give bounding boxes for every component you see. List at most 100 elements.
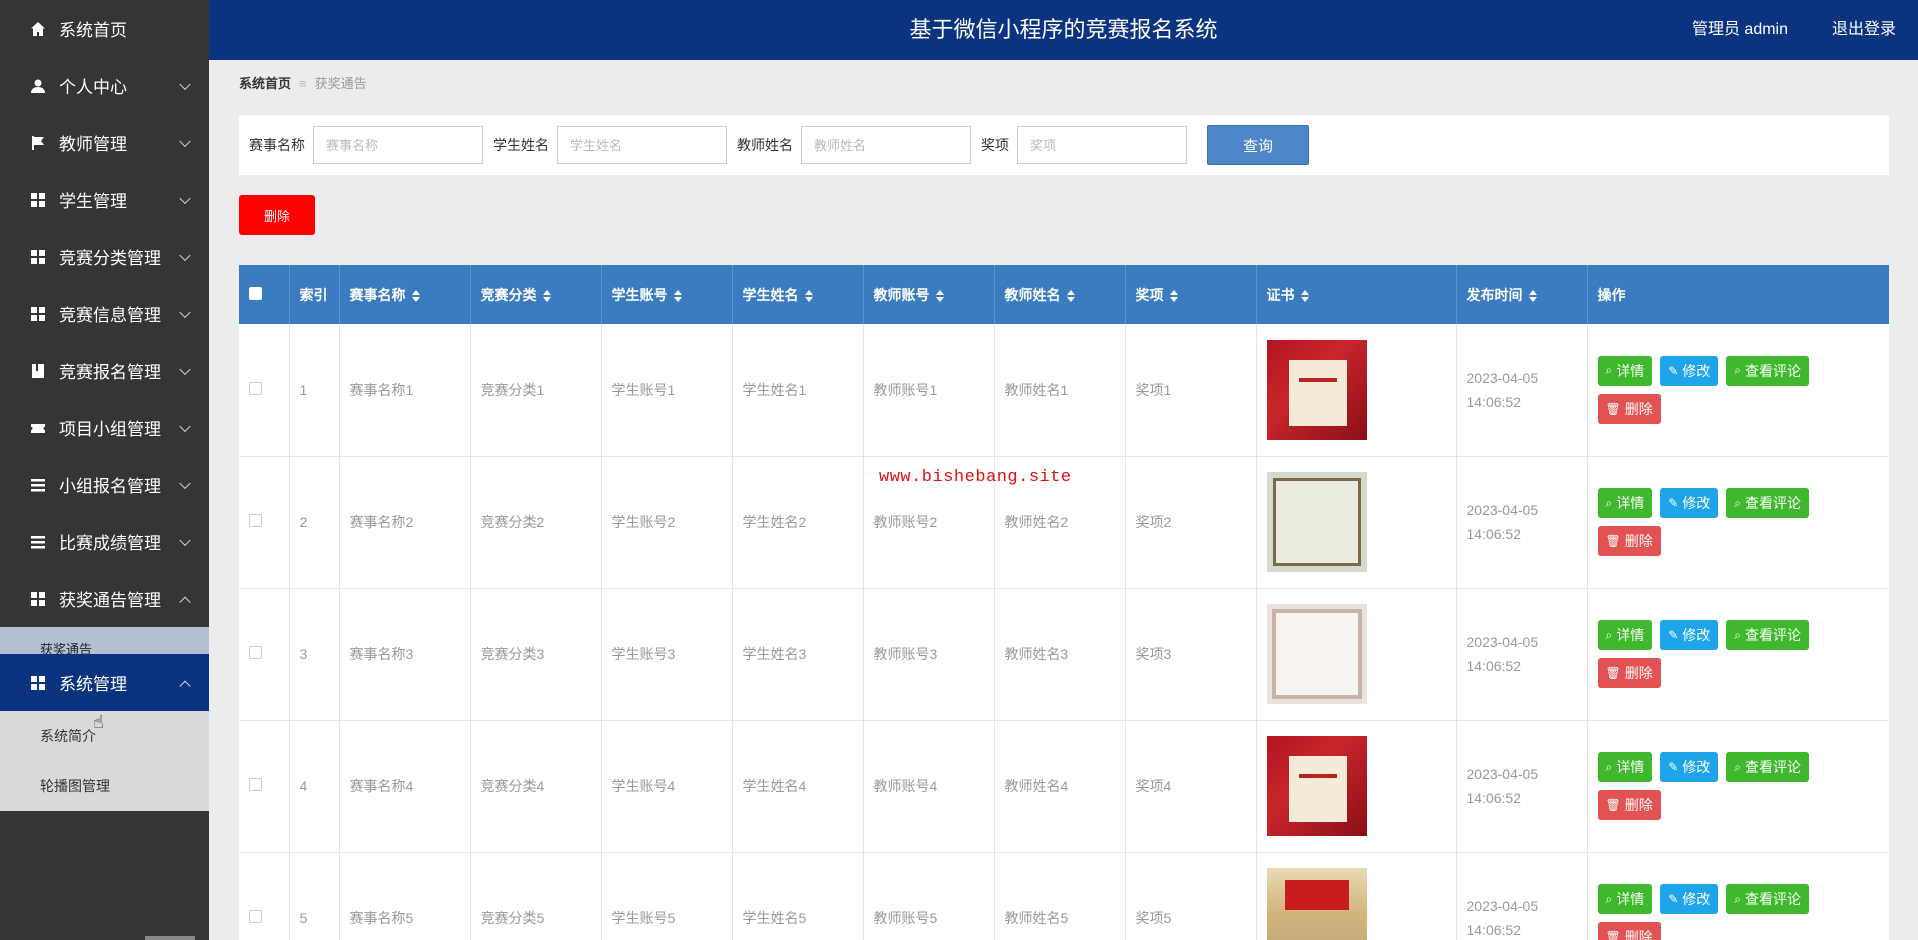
column-header-5[interactable]: 教师账号 <box>863 265 995 324</box>
edit-button[interactable]: ✎ 修改 <box>1660 488 1719 518</box>
sort-icon[interactable] <box>542 289 551 302</box>
batch-delete-button[interactable]: 删除 <box>239 195 315 235</box>
delete-label: 删除 <box>1624 797 1653 813</box>
sidebar-item-label: 个人中心 <box>59 78 127 97</box>
column-header-4[interactable]: 学生姓名 <box>732 265 864 324</box>
column-header-7[interactable]: 奖项 <box>1125 265 1257 324</box>
view-comments-label: 查看评论 <box>1745 495 1802 511</box>
pencil-icon: ✎ <box>1668 892 1679 906</box>
row-checkbox[interactable] <box>249 514 262 527</box>
sort-icon[interactable] <box>804 289 813 302</box>
submenu-item-award-notice[interactable]: 获奖通告 <box>0 627 209 654</box>
detail-button[interactable]: ⌕ 详情 <box>1597 752 1653 782</box>
sidebar-item-1[interactable]: 个人中心 <box>0 57 209 114</box>
edit-button[interactable]: ✎ 修改 <box>1660 884 1719 914</box>
edit-button[interactable]: ✎ 修改 <box>1660 620 1719 650</box>
column-header-label: 奖项 <box>1135 286 1164 303</box>
delete-button[interactable]: 🗑 删除 <box>1597 658 1661 688</box>
sidebar-item-4[interactable]: 竞赛分类管理 <box>0 228 209 285</box>
current-user: 管理员 admin <box>1691 21 1788 38</box>
column-header-label: 赛事名称 <box>349 286 406 303</box>
view-comments-button[interactable]: ⌕ 查看评论 <box>1726 355 1810 386</box>
detail-button[interactable]: ⌕ 详情 <box>1597 884 1653 914</box>
row-checkbox[interactable] <box>249 910 262 923</box>
sidebar-item-label: 项目小组管理 <box>59 420 161 439</box>
sidebar-item-7[interactable]: 项目小组管理 <box>0 399 209 456</box>
search-panel: 赛事名称 学生姓名 教师姓名 奖项 查询 <box>239 115 1889 175</box>
sort-icon[interactable] <box>1066 289 1075 302</box>
search-label-event-name: 赛事名称 <box>249 137 305 153</box>
select-all-checkbox[interactable] <box>249 286 262 300</box>
column-header-3[interactable]: 学生账号 <box>601 265 733 324</box>
sidebar-item-6[interactable]: 竞赛报名管理 <box>0 342 209 399</box>
cell-tname: 教师姓名4 <box>994 720 1126 853</box>
delete-button[interactable]: 🗑 删除 <box>1597 790 1661 820</box>
query-button[interactable]: 查询 <box>1207 125 1309 165</box>
sidebar-item-label: 竞赛分类管理 <box>59 249 161 268</box>
cell-name: 赛事名称4 <box>339 720 471 853</box>
column-header-1[interactable]: 赛事名称 <box>339 265 471 324</box>
delete-button[interactable]: 🗑 删除 <box>1597 922 1661 940</box>
logout-link[interactable]: 退出登录 <box>1832 0 1896 60</box>
view-comments-button[interactable]: ⌕ 查看评论 <box>1726 884 1810 914</box>
sidebar-item-9[interactable]: 比赛成绩管理 <box>0 513 209 570</box>
view-comments-button[interactable]: ⌕ 查看评论 <box>1726 752 1810 782</box>
sort-icon[interactable] <box>935 289 944 302</box>
sort-icon[interactable] <box>673 289 682 302</box>
detail-button[interactable]: ⌕ 详情 <box>1597 355 1653 386</box>
sidebar-item-0[interactable]: 系统首页 <box>0 0 209 57</box>
certificate-thumbnail[interactable] <box>1266 472 1367 572</box>
edit-button[interactable]: ✎ 修改 <box>1660 752 1719 782</box>
sidebar-item-5[interactable]: 竞赛信息管理 <box>0 285 209 342</box>
view-comments-button[interactable]: ⌕ 查看评论 <box>1726 488 1810 518</box>
detail-button[interactable]: ⌕ 详情 <box>1597 620 1653 650</box>
cell-sacc: 学生账号5 <box>601 852 733 940</box>
chevron-down-icon <box>179 306 191 318</box>
sidebar-item-10[interactable]: 获奖通告管理 <box>0 570 209 627</box>
edit-button[interactable]: ✎ 修改 <box>1660 355 1719 386</box>
sidebar-item-label: 小组报名管理 <box>59 477 161 496</box>
user-icon <box>30 78 46 94</box>
cell-certificate <box>1256 456 1457 589</box>
detail-button[interactable]: ⌕ 详情 <box>1597 488 1653 518</box>
sort-icon[interactable] <box>1300 289 1309 302</box>
sort-icon[interactable] <box>1528 289 1537 302</box>
chevron-down-icon <box>179 363 191 375</box>
column-header-2[interactable]: 竞赛分类 <box>470 265 602 324</box>
certificate-thumbnail[interactable] <box>1266 339 1367 440</box>
delete-button[interactable]: 🗑 删除 <box>1597 526 1661 556</box>
event-name-input[interactable] <box>313 126 483 164</box>
award-input[interactable] <box>1017 126 1187 164</box>
sidebar-item-2[interactable]: 教师管理 <box>0 114 209 171</box>
certificate-thumbnail[interactable] <box>1266 736 1367 836</box>
student-name-input[interactable] <box>557 126 727 164</box>
row-checkbox[interactable] <box>249 778 262 791</box>
submenu-item-1[interactable]: 轮播图管理 <box>0 761 209 811</box>
chevron-down-icon <box>179 534 191 546</box>
certificate-thumbnail[interactable] <box>1266 604 1367 704</box>
row-checkbox[interactable] <box>249 646 262 659</box>
cell-tacc: 教师账号5 <box>863 852 995 940</box>
cell-sname: 学生姓名3 <box>732 588 864 721</box>
certificate-thumbnail[interactable] <box>1266 868 1367 940</box>
sidebar-item-11[interactable]: 系统管理 <box>0 654 209 711</box>
delete-button[interactable]: 🗑 删除 <box>1597 393 1661 424</box>
table-row: 5 赛事名称5 竞赛分类5 学生账号5 学生姓名5 教师账号5 教师姓名5 奖项5 2023-0… <box>239 852 1889 940</box>
table-row: 1 赛事名称1 竞赛分类1 学生账号1 学生姓名1 教师账号1 教师姓名1 奖项1 2023-0… <box>239 324 1889 457</box>
column-header-9[interactable]: 发布时间 <box>1456 265 1588 324</box>
sidebar-scrollbar[interactable] <box>145 936 195 940</box>
search-icon: ⌕ <box>1734 495 1742 510</box>
breadcrumb-home[interactable]: 系统首页 <box>239 76 291 91</box>
detail-label: 详情 <box>1616 362 1645 379</box>
column-header-8[interactable]: 证书 <box>1256 265 1457 324</box>
row-checkbox[interactable] <box>249 381 262 395</box>
cell-certificate <box>1256 852 1457 940</box>
sidebar-item-8[interactable]: 小组报名管理 <box>0 456 209 513</box>
submenu-item-0[interactable]: 系统简介 <box>0 711 209 761</box>
sidebar-item-3[interactable]: 学生管理 <box>0 171 209 228</box>
column-header-6[interactable]: 教师姓名 <box>994 265 1126 324</box>
teacher-name-input[interactable] <box>801 126 971 164</box>
view-comments-button[interactable]: ⌕ 查看评论 <box>1726 620 1810 650</box>
sort-icon[interactable] <box>1169 289 1178 302</box>
sort-icon[interactable] <box>411 289 420 302</box>
